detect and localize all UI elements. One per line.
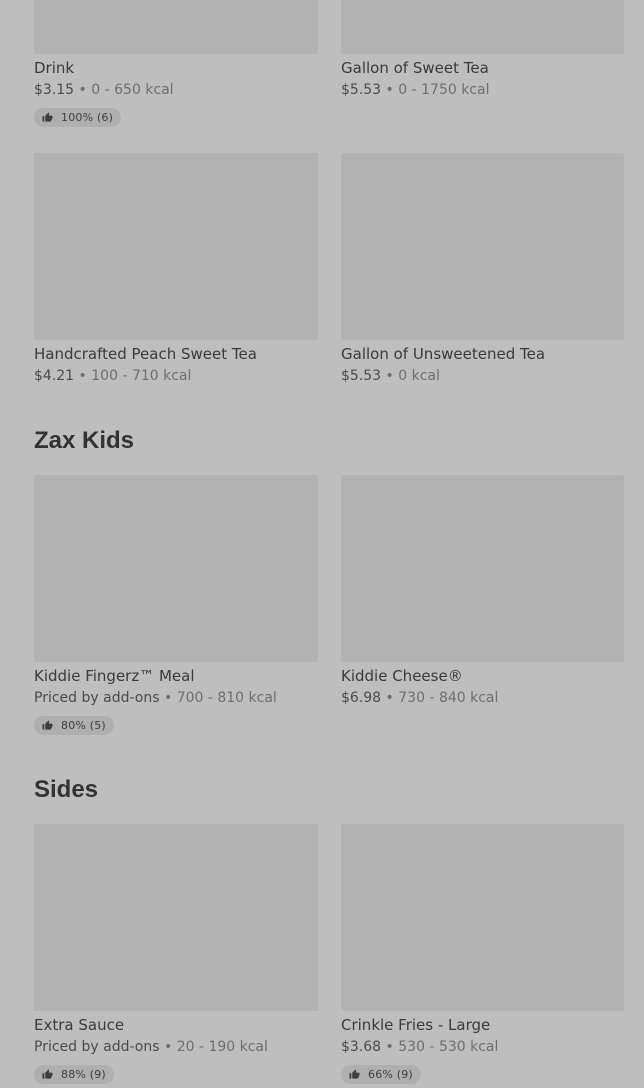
menu-content: Drink $3.15 • 0 - 650 kcal 100% (6) Gall…: [34, 0, 624, 1084]
item-price: $4.21: [34, 368, 75, 384]
item-price: Priced by add-ons: [34, 690, 160, 706]
item-name: Kiddie Fingerz™ Meal: [34, 667, 195, 685]
item-image[interactable]: [34, 0, 318, 54]
item-meta: Priced by add-ons • 20 - 190 kcal: [34, 1039, 318, 1056]
menu-item-card[interactable]: Kiddie Cheese® $6.98 • 730 - 840 kcal: [341, 475, 624, 735]
meta-separator: •: [385, 1039, 394, 1055]
item-price: $3.15: [34, 82, 75, 98]
item-image[interactable]: [34, 824, 318, 1011]
drinks-grid: Drink $3.15 • 0 - 650 kcal 100% (6) Gall…: [34, 0, 624, 127]
meta-separator: •: [385, 82, 394, 98]
item-image[interactable]: [341, 153, 624, 340]
item-image[interactable]: [341, 0, 624, 54]
item-meta: $6.98 • 730 - 840 kcal: [341, 690, 624, 707]
rating-text: 100% (6): [61, 111, 114, 124]
meta-separator: •: [78, 82, 87, 98]
rating-text: 88% (9): [61, 1068, 106, 1081]
item-calories: 530 - 530 kcal: [398, 1039, 499, 1055]
item-calories: 0 - 650 kcal: [91, 82, 174, 98]
sides-grid: Extra Sauce Priced by add-ons • 20 - 190…: [34, 824, 624, 1084]
item-meta: Priced by add-ons • 700 - 810 kcal: [34, 690, 318, 707]
item-meta: $4.21 • 100 - 710 kcal: [34, 368, 318, 385]
rating-badge: 80% (5): [34, 716, 114, 735]
item-meta: $3.68 • 530 - 530 kcal: [341, 1039, 624, 1056]
menu-item-card[interactable]: Crinkle Fries - Large $3.68 • 530 - 530 …: [341, 824, 624, 1084]
rating-badge: 66% (9): [341, 1065, 421, 1084]
rating-badge: 100% (6): [34, 108, 122, 127]
rating-text: 66% (9): [368, 1068, 413, 1081]
menu-item-card[interactable]: Handcrafted Peach Sweet Tea $4.21 • 100 …: [34, 153, 318, 385]
item-calories: 100 - 710 kcal: [91, 368, 192, 384]
drinks-grid-row-2: Handcrafted Peach Sweet Tea $4.21 • 100 …: [34, 153, 624, 385]
item-price: $5.53: [341, 368, 382, 384]
meta-separator: •: [78, 368, 87, 384]
item-calories: 0 - 1750 kcal: [398, 82, 490, 98]
kids-grid: Kiddie Fingerz™ Meal Priced by add-ons •…: [34, 475, 624, 735]
item-image[interactable]: [34, 153, 318, 340]
item-calories: 730 - 840 kcal: [398, 690, 499, 706]
menu-item-card[interactable]: Kiddie Fingerz™ Meal Priced by add-ons •…: [34, 475, 318, 735]
item-name: Drink: [34, 59, 75, 77]
meta-separator: •: [163, 690, 173, 706]
item-price: Priced by add-ons: [34, 1039, 160, 1055]
item-calories: 20 - 190 kcal: [176, 1039, 268, 1055]
thumbs-up-icon: [42, 1069, 53, 1079]
thumbs-up-icon: [349, 1069, 360, 1079]
item-meta: $5.53 • 0 kcal: [341, 368, 624, 385]
item-name: Extra Sauce: [34, 1016, 125, 1034]
meta-separator: •: [385, 690, 394, 706]
menu-item-card[interactable]: Drink $3.15 • 0 - 650 kcal 100% (6): [34, 0, 318, 127]
section-title-sides: Sides: [34, 776, 99, 803]
thumbs-up-icon: [42, 112, 53, 122]
rating-text: 80% (5): [61, 719, 106, 732]
item-name: Handcrafted Peach Sweet Tea: [34, 345, 257, 363]
menu-item-card[interactable]: Extra Sauce Priced by add-ons • 20 - 190…: [34, 824, 318, 1084]
item-meta: $5.53 • 0 - 1750 kcal: [341, 82, 624, 99]
meta-separator: •: [163, 1039, 173, 1055]
item-calories: 700 - 810 kcal: [176, 690, 277, 706]
section-title-zax-kids: Zax Kids: [34, 427, 135, 454]
item-calories: 0 kcal: [398, 368, 440, 384]
menu-item-card[interactable]: Gallon of Sweet Tea $5.53 • 0 - 1750 kca…: [341, 0, 624, 127]
item-meta: $3.15 • 0 - 650 kcal: [34, 82, 318, 99]
item-price: $3.68: [341, 1039, 382, 1055]
item-image[interactable]: [34, 475, 318, 662]
item-image[interactable]: [341, 824, 624, 1011]
thumbs-up-icon: [42, 720, 53, 730]
item-name: Crinkle Fries - Large: [341, 1016, 491, 1034]
rating-badge: 88% (9): [34, 1065, 114, 1084]
item-name: Gallon of Unsweetened Tea: [341, 345, 546, 363]
item-price: $5.53: [341, 82, 382, 98]
item-name: Gallon of Sweet Tea: [341, 59, 489, 77]
meta-separator: •: [385, 368, 394, 384]
menu-item-card[interactable]: Gallon of Unsweetened Tea $5.53 • 0 kcal: [341, 153, 624, 385]
item-price: $6.98: [341, 690, 382, 706]
item-image[interactable]: [341, 475, 624, 662]
item-name: Kiddie Cheese®: [341, 667, 463, 685]
